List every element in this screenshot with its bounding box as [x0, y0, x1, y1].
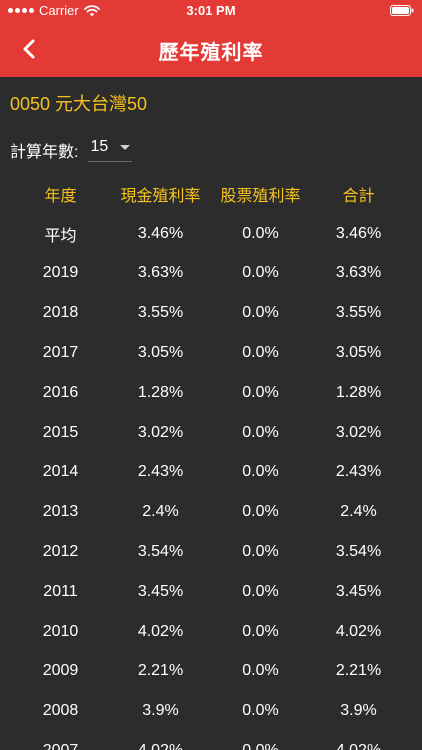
total-cell: 2.21% [335, 662, 382, 680]
total-cell: 3.9% [340, 702, 377, 720]
table-row: 2011 3.45% 0.0% 3.45% [13, 572, 409, 612]
total-cell: 3.45% [335, 582, 382, 600]
stock-yield-cell: 0.0% [242, 224, 279, 242]
stock-yield-cell: 0.0% [242, 463, 279, 481]
total-cell: 2.43% [335, 463, 382, 481]
cash-yield-cell: 2.43% [137, 463, 184, 481]
cash-yield-cell: 2.21% [137, 662, 184, 680]
year-cell: 2007 [13, 742, 108, 750]
yield-table: 年度 現金殖利率 股票殖利率 合計 平均 3.46% 0.0% 3.46% 2019 3.… [13, 174, 409, 750]
total-cell: 3.05% [335, 344, 382, 362]
chevron-left-icon [23, 39, 35, 59]
table-header-row: 年度 現金殖利率 股票殖利率 合計 [13, 174, 409, 214]
total-cell: 3.63% [335, 264, 382, 282]
table-row: 2008 3.9% 0.0% 3.9% [13, 691, 409, 731]
cash-yield-cell: 3.46% [137, 224, 184, 242]
nav-bar: 歷年殖利率 [0, 22, 422, 77]
table-row: 2012 3.54% 0.0% 3.54% [13, 532, 409, 572]
year-cell: 2016 [42, 383, 79, 401]
status-bar: Carrier 3:01 PM [0, 0, 422, 22]
page-title: 歷年殖利率 [158, 42, 264, 64]
header-stock-yield: 股票殖利率 [220, 187, 301, 205]
stock-title: 0050 元大台灣50 [10, 94, 148, 114]
stock-yield-cell: 0.0% [242, 702, 279, 720]
table-row: 2016 1.28% 0.0% 1.28% [13, 373, 409, 413]
table-row: 20074.02%0.0%4.02% [13, 731, 409, 750]
stock-yield-cell: 0.0% [242, 344, 279, 362]
years-selector-row: 計算年數: 15 [10, 138, 133, 162]
cash-yield-cell: 3.02% [137, 423, 184, 441]
stock-yield-cell: 0.0% [242, 383, 279, 401]
year-cell: 2017 [42, 344, 79, 362]
table-body: 平均 3.46% 0.0% 3.46% 2019 3.63% 0.0% 3.63% 2018 3.… [13, 214, 409, 750]
year-cell: 2010 [42, 622, 79, 640]
total-cell: 3.02% [335, 423, 382, 441]
cash-yield-cell: 1.28% [137, 383, 184, 401]
app-header: Carrier 3:01 PM 歷年殖利率 [0, 0, 422, 77]
total-cell: 3.46% [335, 224, 382, 242]
header-total: 合計 [342, 187, 375, 205]
years-label: 計算年數: [10, 144, 79, 161]
caret-down-icon [120, 144, 131, 150]
cash-yield-cell: 4.02% [108, 742, 213, 750]
total-cell: 4.02% [335, 622, 382, 640]
year-cell: 2015 [42, 423, 79, 441]
year-cell: 2014 [42, 463, 79, 481]
table-row: 2015 3.02% 0.0% 3.02% [13, 413, 409, 453]
years-value: 15 [90, 138, 109, 155]
total-cell: 2.4% [340, 503, 377, 521]
table-row: 2009 2.21% 0.0% 2.21% [13, 652, 409, 692]
stock-yield-cell: 0.0% [242, 543, 279, 561]
total-cell: 3.55% [335, 304, 382, 322]
table-row: 2019 3.63% 0.0% 3.63% [13, 254, 409, 294]
table-row: 2014 2.43% 0.0% 2.43% [13, 453, 409, 493]
stock-yield-cell: 0.0% [242, 423, 279, 441]
year-cell: 2011 [43, 582, 78, 600]
year-cell: 2008 [42, 702, 79, 720]
total-cell: 1.28% [335, 383, 382, 401]
cash-yield-cell: 3.05% [137, 344, 184, 362]
stock-yield-cell: 0.0% [242, 662, 279, 680]
stock-yield-cell: 0.0% [242, 622, 279, 640]
year-cell: 平均 [44, 227, 77, 245]
header-cash-yield: 現金殖利率 [120, 187, 201, 205]
cash-yield-cell: 3.55% [137, 304, 184, 322]
year-cell: 2019 [42, 264, 79, 282]
years-dropdown[interactable]: 15 [88, 138, 133, 162]
header-year: 年度 [44, 187, 77, 205]
cash-yield-cell: 3.63% [137, 264, 184, 282]
status-time: 3:01 PM [186, 3, 236, 18]
stock-yield-cell: 0.0% [242, 304, 279, 322]
cash-yield-cell: 3.9% [142, 702, 179, 720]
table-row: 2018 3.55% 0.0% 3.55% [13, 293, 409, 333]
table-row: 2010 4.02% 0.0% 4.02% [13, 612, 409, 652]
table-row: 2017 3.05% 0.0% 3.05% [13, 333, 409, 373]
stock-yield-cell: 0.0% [242, 582, 279, 600]
year-cell: 2009 [42, 662, 79, 680]
year-cell: 2012 [42, 543, 79, 561]
total-cell: 4.02% [308, 742, 409, 750]
total-cell: 3.54% [335, 543, 382, 561]
back-button[interactable] [12, 32, 46, 66]
stock-yield-cell: 0.0% [213, 742, 308, 750]
table-row: 平均 3.46% 0.0% 3.46% [13, 214, 409, 254]
cash-yield-cell: 3.54% [137, 543, 184, 561]
cash-yield-cell: 3.45% [137, 582, 184, 600]
cash-yield-cell: 4.02% [137, 622, 184, 640]
cash-yield-cell: 2.4% [142, 503, 179, 521]
battery-icon [390, 5, 414, 16]
year-cell: 2018 [42, 304, 79, 322]
table-row: 2013 2.4% 0.0% 2.4% [13, 492, 409, 532]
year-cell: 2013 [42, 503, 79, 521]
stock-yield-cell: 0.0% [242, 503, 279, 521]
stock-yield-cell: 0.0% [242, 264, 279, 282]
screen: Carrier 3:01 PM 歷年殖利率 0050 元大台灣50 計算年數: … [0, 0, 422, 750]
